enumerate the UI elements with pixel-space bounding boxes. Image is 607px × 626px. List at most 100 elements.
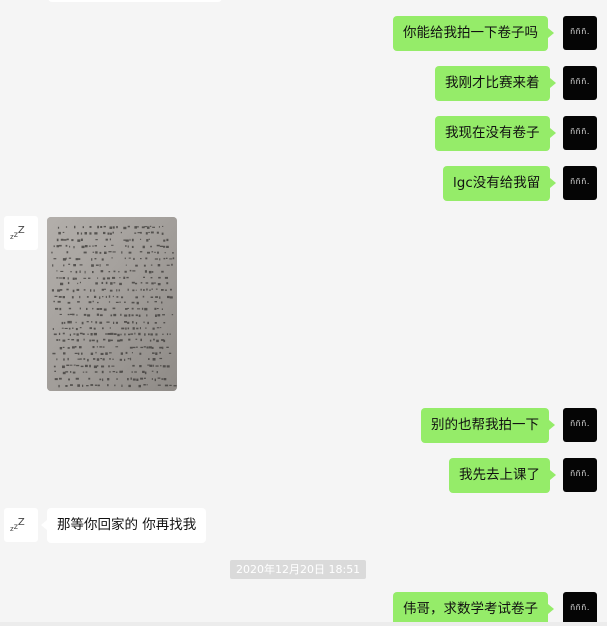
self-avatar[interactable]: ñññ. <box>563 116 597 150</box>
paper-speck <box>69 333 71 336</box>
paper-speck <box>65 371 69 373</box>
paper-speck <box>106 321 110 323</box>
paper-speck <box>81 245 85 249</box>
paper-speck <box>159 346 163 349</box>
paper-speck <box>113 270 116 273</box>
paper-speck <box>100 226 103 228</box>
paper-speck <box>113 333 117 335</box>
paper-speck <box>102 277 106 280</box>
paper-speck <box>105 281 108 285</box>
message-bubble-outgoing[interactable]: 别的也帮我拍一下 <box>421 408 555 443</box>
paper-speck <box>172 257 175 260</box>
paper-speck <box>172 252 174 254</box>
paper-speck <box>82 333 85 335</box>
paper-speck <box>127 358 130 360</box>
paper-speck <box>115 301 119 303</box>
paper-speck <box>53 365 56 368</box>
paper-speck <box>151 346 154 349</box>
paper-speck <box>93 332 97 336</box>
paper-speck <box>111 244 114 246</box>
paper-speck <box>161 270 164 273</box>
paper-speck <box>150 296 154 298</box>
paper-speck <box>80 365 84 368</box>
paper-speck <box>171 263 173 266</box>
paper-speck <box>169 258 173 260</box>
paper-speck <box>90 352 94 355</box>
paper-speck <box>61 321 64 325</box>
paper-speck <box>159 351 161 354</box>
message-bubble-outgoing[interactable]: lgc没有给我留 <box>443 166 557 201</box>
paper-speck <box>169 384 172 386</box>
paper-speck <box>67 347 70 349</box>
paper-speck <box>169 333 171 335</box>
self-avatar[interactable]: ñññ. <box>563 408 597 442</box>
self-avatar[interactable]: ñññ. <box>563 16 597 50</box>
paper-speck <box>139 251 143 253</box>
paper-speck <box>66 238 69 241</box>
paper-speck <box>110 339 113 342</box>
paper-speck <box>83 251 87 254</box>
paper-speck <box>127 225 130 228</box>
paper-speck <box>149 225 152 227</box>
paper-speck <box>80 232 83 235</box>
paper-speck <box>150 333 153 336</box>
paper-speck <box>99 314 103 317</box>
paper-speck <box>146 384 148 386</box>
message-bubble-outgoing[interactable]: 我刚才比赛来着 <box>435 66 555 101</box>
message-bubble-outgoing[interactable]: 我现在没有卷子 <box>435 116 555 151</box>
self-avatar[interactable]: ñññ. <box>563 66 597 100</box>
paper-speck <box>129 346 133 349</box>
paper-speck <box>51 289 54 292</box>
paper-speck <box>149 289 151 291</box>
paper-speck <box>72 327 74 329</box>
contact-avatar[interactable]: zzZ <box>4 216 38 250</box>
paper-speck <box>154 322 157 324</box>
paper-speck <box>113 313 117 317</box>
paper-speck <box>139 352 142 355</box>
paper-speck <box>131 245 134 248</box>
paper-speck <box>155 333 158 336</box>
message-bubble-outgoing[interactable]: 伟哥，求数学考试卷子 <box>393 592 554 626</box>
paper-speck <box>169 296 173 299</box>
message-bubble-outgoing[interactable]: 我先去上课了 <box>449 458 556 493</box>
paper-speck <box>95 282 98 285</box>
paper-speck <box>144 371 147 375</box>
paper-speck <box>58 231 61 235</box>
paper-speck <box>151 370 154 372</box>
self-avatar[interactable]: ñññ. <box>563 458 597 492</box>
message-bubble-incoming[interactable]: 那等你回家的 你再找我 <box>40 508 207 543</box>
paper-speck <box>96 313 99 316</box>
message-bubble-fragment[interactable] <box>48 0 222 2</box>
paper-speck <box>164 252 166 254</box>
message-bubble-outgoing[interactable]: 你能给我拍一下卷子吗 <box>393 16 554 51</box>
paper-speck <box>154 282 156 284</box>
paper-speck <box>59 244 62 247</box>
paper-speck <box>62 332 65 335</box>
paper-speck <box>68 327 71 330</box>
paper-speck <box>116 296 119 298</box>
paper-speck <box>119 358 122 361</box>
self-avatar[interactable]: ñññ. <box>563 592 597 626</box>
paper-speck <box>147 301 149 303</box>
paper-speck <box>102 296 104 298</box>
paper-speck <box>75 277 77 280</box>
paper-speck <box>62 339 66 342</box>
paper-speck <box>105 295 107 298</box>
paper-speck <box>67 277 69 280</box>
paper-speck <box>157 377 161 379</box>
paper-speck <box>112 251 116 253</box>
paper-speck <box>62 258 66 261</box>
paper-speck <box>56 270 58 272</box>
paper-speck <box>92 300 94 303</box>
paper-speck <box>157 283 161 286</box>
contact-avatar[interactable]: zzZ <box>4 508 38 542</box>
self-avatar[interactable]: ñññ. <box>563 166 597 200</box>
paper-speck <box>57 300 61 303</box>
paper-speck <box>145 257 148 260</box>
paper-speck <box>158 226 160 228</box>
paper-speck <box>138 314 141 317</box>
paper-speck <box>128 251 132 254</box>
exam-paper-photo[interactable] <box>47 217 177 391</box>
paper-speck <box>128 333 131 336</box>
paper-speck <box>119 339 123 342</box>
